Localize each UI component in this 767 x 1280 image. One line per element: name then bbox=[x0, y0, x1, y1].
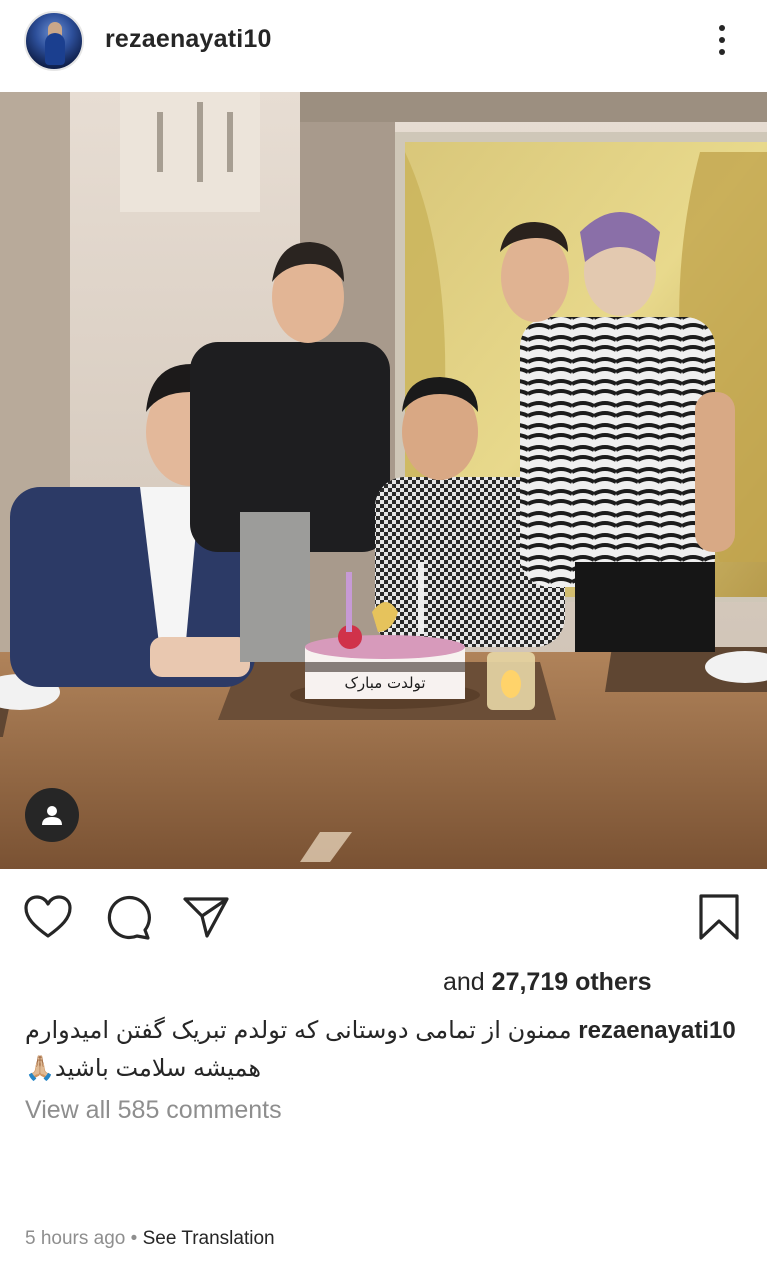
post-time: 5 hours ago bbox=[25, 1228, 126, 1249]
likes-suffix: others bbox=[568, 968, 652, 996]
view-all-comments-link[interactable]: View all 585 comments bbox=[25, 1096, 282, 1125]
tagged-user-icon[interactable] bbox=[25, 788, 79, 842]
caption-username[interactable]: rezaenayati10 bbox=[578, 1017, 735, 1044]
comment-icon[interactable] bbox=[103, 892, 153, 942]
likes-count[interactable]: and 27,719 others bbox=[443, 968, 652, 997]
likes-prefix: and bbox=[443, 968, 492, 996]
cake-text: تولدت مبارک bbox=[344, 674, 425, 692]
caption-text: ممنون از تمامی دوستانی که تولدم تبریک گف… bbox=[25, 1017, 572, 1082]
more-options-icon[interactable] bbox=[704, 22, 740, 58]
post-caption: rezaenayati10 ممنون از تمامی دوستانی که … bbox=[25, 1012, 743, 1088]
post-meta: 5 hours ago • See Translation bbox=[25, 1228, 275, 1250]
meta-separator: • bbox=[130, 1228, 138, 1249]
post-photo[interactable]: تولدت مبارک bbox=[0, 92, 767, 869]
post-header: rezaenayati10 bbox=[0, 0, 767, 82]
likes-number: 27,719 bbox=[491, 968, 569, 996]
heart-icon[interactable] bbox=[23, 892, 73, 942]
action-bar bbox=[0, 880, 767, 950]
bookmark-icon[interactable] bbox=[694, 892, 744, 942]
post-username[interactable]: rezaenayati10 bbox=[105, 25, 272, 54]
share-icon[interactable] bbox=[181, 892, 231, 942]
avatar[interactable] bbox=[24, 11, 84, 71]
see-translation-link[interactable]: See Translation bbox=[143, 1228, 275, 1249]
photo-illustration: تولدت مبارک bbox=[0, 92, 767, 869]
